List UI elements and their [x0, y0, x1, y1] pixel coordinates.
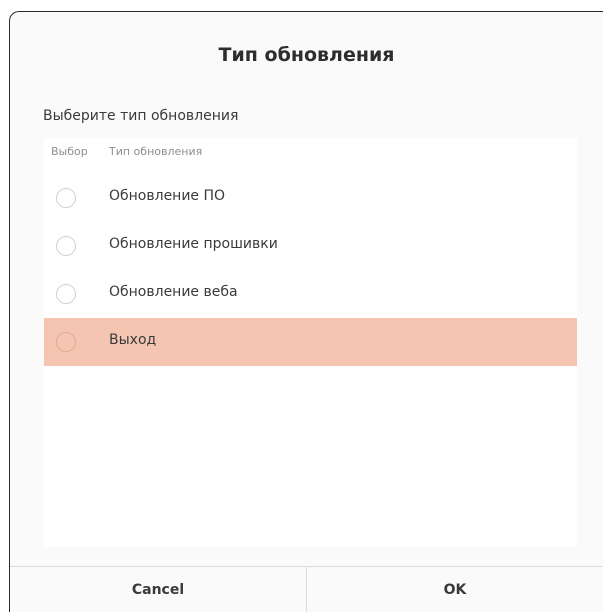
column-header-type[interactable]: Тип обновления: [109, 145, 202, 158]
list-item-label: Выход: [109, 332, 157, 348]
list-item-software-update[interactable]: Обновление ПО: [44, 174, 577, 222]
dialog-prompt: Выберите тип обновления: [43, 108, 239, 124]
list-item-label: Обновление прошивки: [109, 236, 278, 252]
list-item-firmware-update[interactable]: Обновление прошивки: [44, 222, 577, 270]
list-header: Выбор Тип обновления: [44, 145, 577, 163]
ok-button[interactable]: OK: [306, 567, 603, 612]
list-item-label: Обновление ПО: [109, 188, 226, 204]
list-item-web-update[interactable]: Обновление веба: [44, 270, 577, 318]
update-type-dialog: Тип обновления Выберите тип обновления В…: [9, 11, 603, 612]
cancel-button[interactable]: Cancel: [10, 567, 306, 612]
list-item-label: Обновление веба: [109, 284, 238, 300]
radio-button[interactable]: [56, 332, 76, 352]
column-header-select[interactable]: Выбор: [51, 145, 88, 158]
radio-button[interactable]: [56, 236, 76, 256]
dialog-footer: Cancel OK: [10, 566, 603, 612]
dialog-title: Тип обновления: [218, 44, 395, 66]
radio-button[interactable]: [56, 188, 76, 208]
radio-button[interactable]: [56, 284, 76, 304]
list-item-exit[interactable]: Выход: [44, 318, 577, 366]
update-type-list: Выбор Тип обновления Обновление ПО Обнов…: [44, 138, 577, 547]
